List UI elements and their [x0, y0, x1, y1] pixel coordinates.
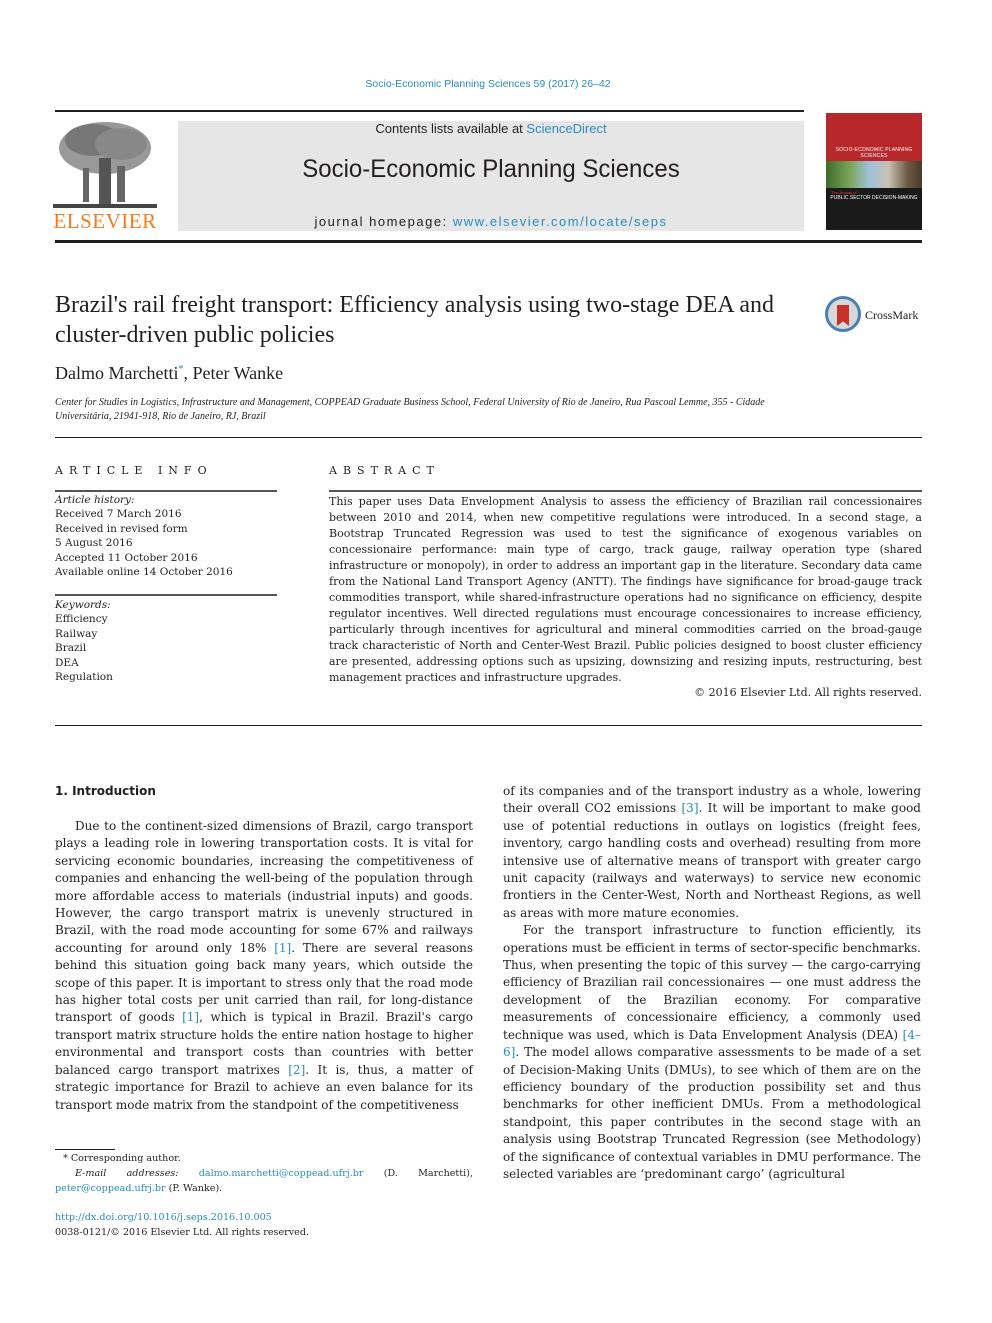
journal-title: Socio-Economic Planning Sciences — [302, 155, 680, 183]
citation-link[interactable]: [2] — [288, 1063, 305, 1077]
keyword-item: Brazil — [55, 642, 87, 655]
paragraph-text: For the transport infrastructure to func… — [503, 923, 921, 1042]
paragraph-text: . The model allows comparative assessmen… — [503, 1045, 921, 1181]
citation-link[interactable]: [1] — [274, 941, 291, 955]
history-item: Received 7 March 2016 — [55, 508, 182, 521]
cover-title: SOCIO-ECONOMIC PLANNING SCIENCES — [835, 147, 913, 159]
history-item: 5 August 2016 — [55, 537, 133, 550]
elsevier-logo[interactable]: ELSEVIER — [53, 118, 157, 234]
contents-prefix: Contents lists available at — [375, 121, 527, 136]
abstract-heading: ABSTRACT — [329, 464, 440, 477]
crossmark-label: CrossMark — [865, 308, 919, 322]
keywords: Keywords: Efficiency Railway Brazil DEA … — [55, 598, 277, 684]
homepage-prefix: journal homepage: — [314, 214, 453, 229]
corresponding-author-note: * Corresponding author. — [63, 1153, 181, 1164]
author-name[interactable]: Dalmo Marchetti — [55, 363, 178, 383]
email-owner: (P. Wanke). — [165, 1183, 223, 1194]
footnote-rule — [55, 1149, 115, 1150]
history-item: Available online 14 October 2016 — [55, 566, 233, 579]
body-column-right: of its companies and of the transport in… — [503, 783, 921, 1183]
abstract-text: This paper uses Data Envelopment Analysi… — [329, 495, 922, 684]
article-history: Article history: Received 7 March 2016 R… — [55, 493, 277, 579]
contents-line: Contents lists available at ScienceDirec… — [178, 121, 804, 136]
top-rule — [55, 110, 804, 112]
elsevier-wordmark: ELSEVIER — [53, 209, 157, 233]
keyword-item: Railway — [55, 627, 98, 640]
abstract-copyright: © 2016 Elsevier Ltd. All rights reserved… — [694, 686, 922, 699]
keywords-label: Keywords: — [55, 599, 111, 611]
history-item: Received in revised form — [55, 522, 188, 535]
cover-photo-strip — [826, 161, 922, 188]
article-title: Brazil's rail freight transport: Efficie… — [55, 292, 775, 348]
footnotes: * Corresponding author. E-mail addresses… — [55, 1151, 473, 1196]
journal-masthead: Contents lists available at ScienceDirec… — [178, 121, 804, 231]
email-label: E-mail addresses: — [75, 1168, 199, 1179]
affiliation-rule — [55, 437, 922, 438]
doi-block: http://dx.doi.org/10.1016/j.seps.2016.10… — [55, 1210, 473, 1240]
body-paragraph: of its companies and of the transport in… — [503, 783, 921, 922]
front-matter-rule — [55, 725, 922, 726]
crossmark-ribbon-icon — [837, 305, 849, 326]
email-link[interactable]: peter@coppead.ufrj.br — [55, 1183, 166, 1194]
doi-link[interactable]: http://dx.doi.org/10.1016/j.seps.2016.10… — [55, 1210, 473, 1225]
email-note: E-mail addresses: dalmo.marchetti@coppea… — [55, 1166, 473, 1196]
keyword-item: Efficiency — [55, 613, 108, 626]
journal-citation-link[interactable]: Socio-Economic Planning Sciences 59 (201… — [0, 78, 976, 90]
author-affiliation: Center for Studies in Logistics, Infrast… — [55, 397, 765, 422]
crossmark-icon — [825, 296, 861, 332]
elsevier-tree-icon — [53, 122, 157, 208]
section-heading-introduction: 1. Introduction — [55, 784, 156, 798]
email-link[interactable]: dalmo.marchetti@coppead.ufrj.br — [199, 1168, 364, 1179]
body-column-left: Due to the continent-sized dimensions of… — [55, 818, 473, 1114]
citation-link[interactable]: [1] — [182, 1010, 199, 1024]
keywords-rule — [55, 594, 277, 596]
article-info-rule — [55, 490, 277, 492]
article-info-heading: ARTICLE INFO — [55, 464, 213, 477]
abstract-rule — [329, 490, 922, 492]
header-rule — [55, 240, 922, 243]
homepage-link[interactable]: www.elsevier.com/locate/seps — [453, 214, 668, 229]
journal-homepage: journal homepage: www.elsevier.com/locat… — [178, 214, 804, 229]
keyword-item: DEA — [55, 656, 79, 669]
paragraph-text: Due to the continent-sized dimensions of… — [55, 819, 473, 955]
journal-cover-thumbnail[interactable]: SOCIO-ECONOMIC PLANNING SCIENCES The Jou… — [826, 113, 922, 230]
keyword-item: Regulation — [55, 671, 113, 684]
body-paragraph: Due to the continent-sized dimensions of… — [55, 818, 473, 1114]
paragraph-text: . It will be important to make good use … — [503, 801, 921, 920]
history-item: Accepted 11 October 2016 — [55, 551, 198, 564]
author-name[interactable]: Peter Wanke — [192, 363, 283, 383]
author-list: Dalmo Marchetti*, Peter Wanke — [55, 363, 283, 384]
cover-subtitle: PUBLIC SECTOR DECISION-MAKING — [830, 195, 918, 201]
crossmark-button[interactable]: CrossMark — [825, 296, 925, 334]
citation-link[interactable]: [3] — [682, 801, 699, 815]
body-paragraph: For the transport infrastructure to func… — [503, 922, 921, 1183]
history-label: Article history: — [55, 494, 135, 506]
issn-copyright: 0038-0121/© 2016 Elsevier Ltd. All right… — [55, 1227, 310, 1238]
sciencedirect-link[interactable]: ScienceDirect — [526, 121, 606, 136]
email-owner: (D. Marchetti), — [363, 1168, 473, 1179]
